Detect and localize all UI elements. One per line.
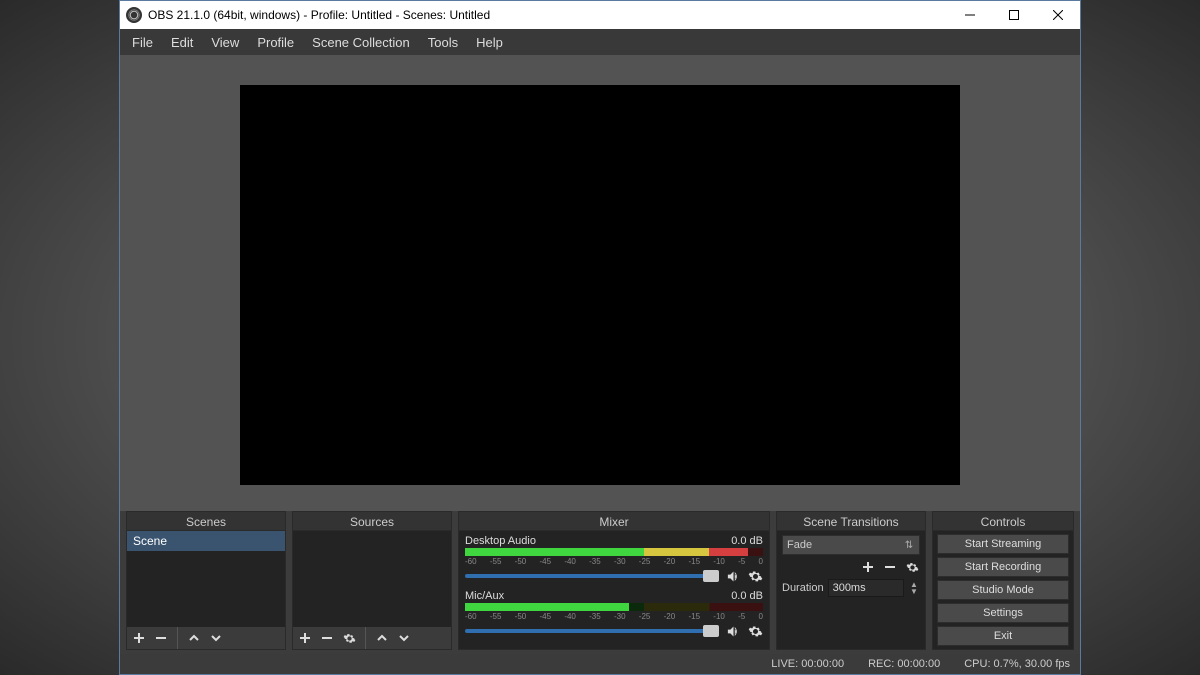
speaker-icon[interactable] [725, 568, 741, 584]
transition-properties-button[interactable] [904, 559, 920, 575]
transitions-header: Scene Transitions [776, 511, 926, 531]
controls-panel: Controls Start Streaming Start Recording… [932, 511, 1074, 650]
move-source-up-button[interactable] [374, 630, 390, 646]
status-live: LIVE: 00:00:00 [771, 658, 844, 670]
transitions-body: Fade ⇅ Duration 300ms ▲▼ [776, 531, 926, 650]
move-scene-up-button[interactable] [186, 630, 202, 646]
menubar: File Edit View Profile Scene Collection … [120, 29, 1080, 55]
duration-label: Duration [782, 582, 824, 594]
obs-app-icon [126, 7, 142, 23]
menu-view[interactable]: View [203, 32, 247, 53]
controls-body: Start Streaming Start Recording Studio M… [932, 531, 1074, 650]
minimize-button[interactable] [948, 1, 992, 29]
duration-stepper[interactable]: ▲▼ [908, 581, 920, 595]
sources-toolbar [293, 627, 451, 649]
mixer-panel: Mixer Desktop Audio 0.0 dB - [458, 511, 770, 650]
preview-area [120, 55, 1080, 511]
source-properties-button[interactable] [341, 630, 357, 646]
mixer-track-desktop: Desktop Audio 0.0 dB -60-55-50-45-40-35-… [465, 535, 763, 584]
preview-canvas[interactable] [240, 85, 960, 485]
volume-slider[interactable] [465, 574, 719, 578]
exit-button[interactable]: Exit [937, 626, 1069, 646]
move-scene-down-button[interactable] [208, 630, 224, 646]
gear-icon[interactable] [747, 623, 763, 639]
chevron-updown-icon: ⇅ [903, 540, 915, 551]
status-rec: REC: 00:00:00 [868, 658, 940, 670]
sources-panel: Sources [292, 511, 452, 650]
scenes-list[interactable]: Scene [126, 531, 286, 650]
mixer-track-level: 0.0 dB [731, 535, 763, 547]
remove-transition-button[interactable] [882, 559, 898, 575]
mixer-track-level: 0.0 dB [731, 590, 763, 602]
remove-source-button[interactable] [319, 630, 335, 646]
menu-edit[interactable]: Edit [163, 32, 201, 53]
transitions-panel: Scene Transitions Fade ⇅ Duration 300ms … [776, 511, 926, 650]
menu-file[interactable]: File [124, 32, 161, 53]
transition-selected: Fade [787, 539, 812, 551]
menu-scene-collection[interactable]: Scene Collection [304, 32, 418, 53]
divider [177, 627, 178, 649]
start-recording-button[interactable]: Start Recording [937, 557, 1069, 577]
studio-mode-button[interactable]: Studio Mode [937, 580, 1069, 600]
maximize-button[interactable] [992, 1, 1036, 29]
add-scene-button[interactable] [131, 630, 147, 646]
mixer-track-mic: Mic/Aux 0.0 dB -60-55-50-45-40-35-30-25-… [465, 590, 763, 639]
menu-tools[interactable]: Tools [420, 32, 466, 53]
menu-profile[interactable]: Profile [249, 32, 302, 53]
gear-icon[interactable] [747, 568, 763, 584]
scenes-header: Scenes [126, 511, 286, 531]
audio-meter: -60-55-50-45-40-35-30-25-20-15-10-50 [465, 603, 763, 621]
close-button[interactable] [1036, 1, 1080, 29]
scenes-panel: Scenes Scene [126, 511, 286, 650]
titlebar: OBS 21.1.0 (64bit, windows) - Profile: U… [120, 1, 1080, 29]
mixer-body: Desktop Audio 0.0 dB -60-55-50-45-40-35-… [458, 531, 770, 650]
move-source-down-button[interactable] [396, 630, 412, 646]
duration-value: 300ms [833, 582, 866, 594]
window-title: OBS 21.1.0 (64bit, windows) - Profile: U… [148, 8, 490, 22]
start-streaming-button[interactable]: Start Streaming [937, 534, 1069, 554]
mixer-track-name: Desktop Audio [465, 535, 536, 547]
speaker-icon[interactable] [725, 623, 741, 639]
transition-select[interactable]: Fade ⇅ [782, 535, 920, 555]
mixer-header: Mixer [458, 511, 770, 531]
scene-item[interactable]: Scene [127, 531, 285, 551]
mixer-track-name: Mic/Aux [465, 590, 504, 602]
sources-list[interactable] [292, 531, 452, 650]
remove-scene-button[interactable] [153, 630, 169, 646]
status-cpu: CPU: 0.7%, 30.00 fps [964, 658, 1070, 670]
menu-help[interactable]: Help [468, 32, 511, 53]
audio-meter: -60-55-50-45-40-35-30-25-20-15-10-50 [465, 548, 763, 566]
add-transition-button[interactable] [860, 559, 876, 575]
app-window: OBS 21.1.0 (64bit, windows) - Profile: U… [119, 0, 1081, 675]
controls-header: Controls [932, 511, 1074, 531]
divider [365, 627, 366, 649]
scenes-toolbar [127, 627, 285, 649]
volume-slider[interactable] [465, 629, 719, 633]
bottom-panels: Scenes Scene Sources [120, 511, 1080, 654]
sources-header: Sources [292, 511, 452, 531]
duration-input[interactable]: 300ms [828, 579, 904, 597]
add-source-button[interactable] [297, 630, 313, 646]
settings-button[interactable]: Settings [937, 603, 1069, 623]
statusbar: LIVE: 00:00:00 REC: 00:00:00 CPU: 0.7%, … [120, 654, 1080, 674]
